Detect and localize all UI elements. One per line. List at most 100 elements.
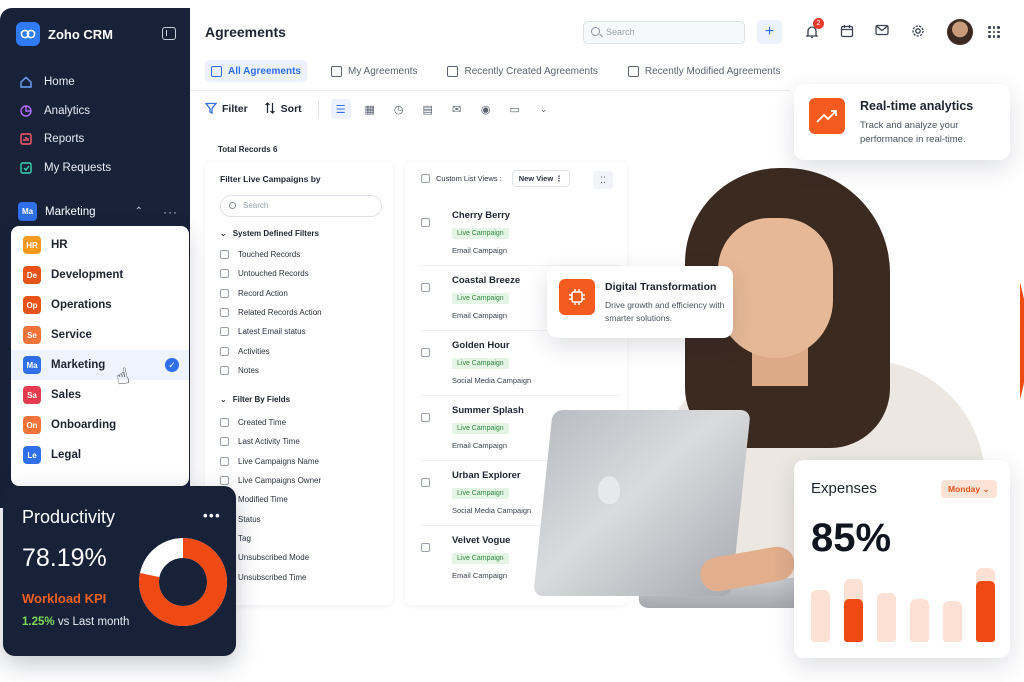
filter-checkbox[interactable] [220, 476, 229, 486]
sort-label: Sort [280, 103, 302, 115]
filter-checkbox[interactable] [220, 308, 229, 318]
filter-option[interactable]: Touched Records [220, 245, 390, 264]
workspace-option-development[interactable]: De Development [11, 260, 189, 290]
filter-option[interactable]: Modified Time [220, 490, 390, 509]
campaign-name[interactable]: Urban Explorer [452, 470, 521, 481]
filter-option[interactable]: Related Records Action [220, 303, 390, 322]
sidebar-item-my-requests[interactable]: My Requests [18, 154, 178, 183]
row-checkbox[interactable] [421, 413, 430, 422]
message-view-icon[interactable]: ▭ [505, 99, 525, 119]
campaign-name[interactable]: Velvet Vogue [452, 535, 510, 546]
row-checkbox[interactable] [421, 283, 430, 292]
filter-checkbox[interactable] [220, 418, 229, 428]
filter-option[interactable]: Unsubscribed Mode [220, 548, 390, 567]
drag-handle-icon[interactable]: ⁚⁚ [593, 171, 613, 189]
filter-option[interactable]: Last Activity Time [220, 432, 390, 451]
new-view-button[interactable]: New View ⋮ [511, 170, 570, 187]
workspace-option-service[interactable]: Se Service [11, 320, 189, 350]
filter-search-input[interactable]: Search [220, 195, 382, 217]
contacts-view-icon[interactable]: ◉ [476, 99, 496, 119]
filter-checkbox[interactable] [220, 456, 229, 466]
row-checkbox[interactable] [421, 218, 430, 227]
filter-checkbox[interactable] [220, 437, 229, 447]
email-view-icon[interactable]: ✉ [447, 99, 467, 119]
collapse-sidebar-icon[interactable] [162, 27, 176, 40]
global-search-input[interactable]: Search [583, 21, 745, 44]
workspace-option-label: Onboarding [51, 419, 117, 431]
tab-recently-modified[interactable]: Recently Modified Agreements [622, 60, 787, 82]
chevron-up-icon[interactable]: ⌃ [135, 206, 143, 217]
workload-kpi-label: Workload KPI [22, 591, 107, 606]
sort-button[interactable]: Sort [264, 101, 302, 117]
list-view-icon[interactable]: ☰ [330, 99, 351, 119]
campaign-name[interactable]: Summer Splash [452, 405, 524, 416]
trend-up-icon [809, 98, 845, 134]
workspace-option-marketing[interactable]: Ma Marketing ✓ [11, 350, 189, 380]
workspace-option-legal[interactable]: Le Legal [11, 440, 189, 470]
field-filters-section[interactable]: ⌄ Filter By Fields [220, 395, 290, 404]
campaign-name[interactable]: Cherry Berry [452, 210, 510, 221]
filter-option[interactable]: Activities [220, 341, 390, 360]
filter-option[interactable]: Latest Email status [220, 322, 390, 341]
sidebar-item-home[interactable]: Home [18, 68, 178, 97]
tab-all-agreements[interactable]: All Agreements [205, 60, 307, 82]
more-options-icon[interactable]: ••• [203, 508, 221, 523]
filter-option[interactable]: Live Campaigns Owner [220, 471, 390, 490]
filter-option[interactable]: Untouched Records [220, 264, 390, 283]
workspace-switcher[interactable]: Ma Marketing ⌃ ··· [18, 202, 178, 221]
filter-checkbox[interactable] [220, 346, 229, 356]
filter-option[interactable]: Record Action [220, 284, 390, 303]
search-icon [229, 202, 236, 209]
row-checkbox[interactable] [421, 478, 430, 487]
filter-checkbox[interactable] [220, 250, 229, 260]
more-options-icon[interactable]: ··· [163, 205, 178, 219]
mail-icon[interactable] [874, 24, 890, 40]
gear-icon[interactable] [910, 24, 926, 40]
campaign-name[interactable]: Golden Hour [452, 340, 510, 351]
create-button[interactable]: + [757, 20, 782, 44]
tab-my-agreements[interactable]: My Agreements [325, 60, 423, 82]
workspace-badge: HR [23, 236, 41, 254]
filter-option[interactable]: Tag [220, 529, 390, 548]
filter-checkbox[interactable] [220, 365, 229, 375]
filter-option[interactable]: Created Time [220, 413, 390, 432]
row-checkbox[interactable] [421, 348, 430, 357]
workspace-option-sales[interactable]: Sa Sales [11, 380, 189, 410]
table-view-icon[interactable]: ▦ [360, 99, 380, 119]
filter-checkbox[interactable] [220, 288, 229, 298]
chevron-down-icon[interactable]: ⌄ [534, 99, 554, 119]
filter-checkbox[interactable] [220, 327, 229, 337]
brand[interactable]: Zoho CRM [16, 22, 113, 46]
campaign-row[interactable]: Golden Hour Live Campaign Social Media Cam… [421, 332, 621, 396]
system-filters-section[interactable]: ⌄ System Defined Filters [220, 229, 319, 238]
filter-option[interactable]: Status [220, 509, 390, 528]
app-grid-icon[interactable] [988, 26, 1000, 38]
workspace-option-onboarding[interactable]: On Onboarding [11, 410, 189, 440]
campaign-row[interactable]: Cherry Berry Live Campaign Email Campaign [421, 202, 621, 266]
tab-recently-created[interactable]: Recently Created Agreements [441, 60, 603, 82]
chip-icon [559, 279, 595, 315]
user-avatar[interactable] [947, 19, 973, 45]
filter-option[interactable]: Live Campaigns Name [220, 452, 390, 471]
period-select[interactable]: Monday ⌄ [941, 480, 997, 498]
sidebar-item-reports[interactable]: Reports [18, 125, 178, 154]
filter-option-label: Created Time [238, 418, 287, 428]
filter-option[interactable]: Unsubscribed Time [220, 567, 390, 586]
workspace-option-hr[interactable]: HR HR [11, 230, 189, 260]
filter-button[interactable]: Filter [204, 102, 248, 117]
filter-option-label: Live Campaigns Name [238, 456, 319, 466]
select-all-checkbox[interactable] [421, 174, 430, 183]
workspace-option-operations[interactable]: Op Operations [11, 290, 189, 320]
timeline-view-icon[interactable]: ◷ [389, 99, 409, 119]
analytics-icon [18, 103, 34, 119]
sidebar-item-analytics[interactable]: Analytics [18, 97, 178, 126]
expenses-value: 85% [811, 516, 892, 560]
campaign-name[interactable]: Coastal Breeze [452, 275, 520, 286]
row-checkbox[interactable] [421, 543, 430, 552]
campaign-type: Email Campaign [452, 246, 508, 255]
filter-checkbox[interactable] [220, 269, 229, 279]
realtime-analytics-card: Real-time analytics Track and analyze yo… [794, 84, 1010, 160]
filter-option[interactable]: Notes [220, 361, 390, 380]
kanban-view-icon[interactable]: ▤ [418, 99, 438, 119]
calendar-icon[interactable] [839, 24, 855, 40]
